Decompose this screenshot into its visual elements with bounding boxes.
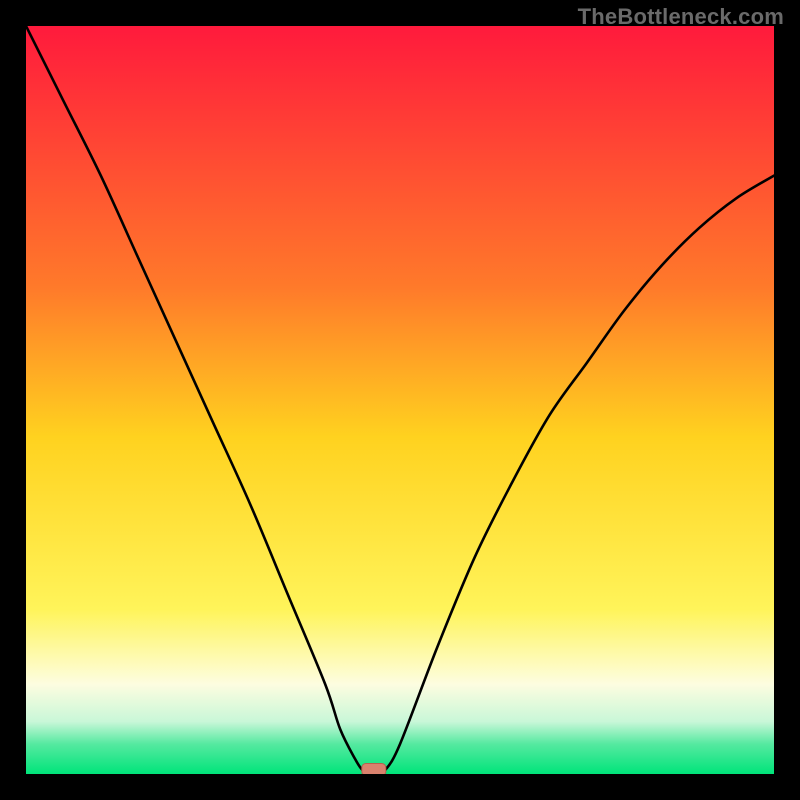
chart-frame: TheBottleneck.com bbox=[0, 0, 800, 800]
gradient-background bbox=[26, 26, 774, 774]
optimal-marker bbox=[362, 764, 386, 774]
watermark-text: TheBottleneck.com bbox=[578, 4, 784, 30]
plot-area bbox=[26, 26, 774, 774]
chart-svg bbox=[26, 26, 774, 774]
